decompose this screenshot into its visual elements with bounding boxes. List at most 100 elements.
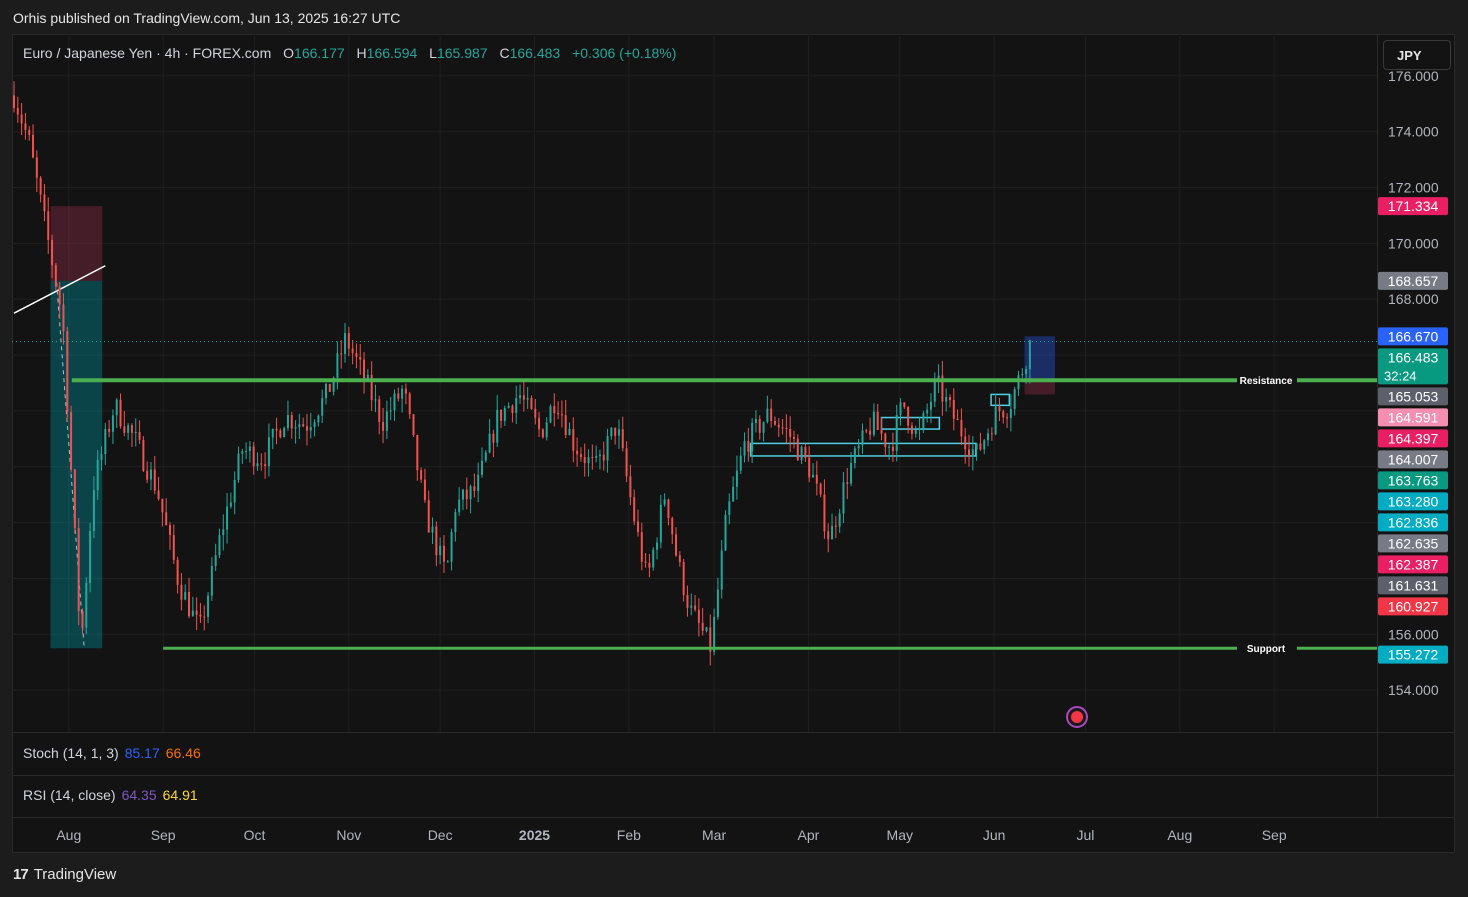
candle-body xyxy=(28,129,31,135)
candle xyxy=(336,341,339,390)
candle-body xyxy=(119,399,122,427)
tradingview-brand: TradingView xyxy=(33,866,117,883)
candle-body xyxy=(812,474,815,478)
candle xyxy=(869,417,872,440)
candle xyxy=(507,402,510,409)
price-tag-label: 163.280 xyxy=(1388,493,1439,509)
price-chart[interactable]: Resistance Support 176.000 174.000 172.000 17… xyxy=(12,34,1455,853)
candle-body xyxy=(191,610,194,617)
candle-body xyxy=(602,454,605,461)
candle-body xyxy=(298,424,301,428)
candle xyxy=(70,405,73,473)
candle-body xyxy=(435,526,438,556)
candle xyxy=(210,557,213,602)
rsi-legend[interactable]: RSI (14, close) 64.35 64.91 xyxy=(23,787,198,803)
candle xyxy=(553,393,556,427)
candle xyxy=(401,385,404,413)
candle xyxy=(355,343,358,369)
candle xyxy=(142,436,145,473)
candle-body xyxy=(910,425,913,434)
candle-body xyxy=(134,431,137,433)
candle-body xyxy=(469,486,472,500)
candle xyxy=(659,494,662,549)
candle-body xyxy=(773,420,776,425)
candle xyxy=(382,407,385,444)
candle-body xyxy=(758,419,761,433)
candle xyxy=(519,384,522,405)
candle-body xyxy=(648,562,651,568)
candle-body xyxy=(621,429,624,449)
candle-body xyxy=(458,499,461,513)
candle xyxy=(108,419,111,438)
candle xyxy=(85,577,88,635)
candle-body xyxy=(324,383,327,399)
candle-body xyxy=(302,424,305,427)
candle-body xyxy=(305,426,308,431)
candle xyxy=(149,461,152,491)
candle xyxy=(500,409,503,429)
candle-body xyxy=(933,378,936,402)
candle xyxy=(941,360,944,416)
candle-body xyxy=(872,411,875,435)
level-label-support: Support xyxy=(1247,644,1286,655)
candle-body xyxy=(180,584,183,600)
candle xyxy=(675,527,678,557)
candle-body xyxy=(732,486,735,502)
candle xyxy=(705,626,708,633)
candle xyxy=(359,344,362,375)
candle xyxy=(945,388,948,412)
candle-body xyxy=(389,410,392,412)
candle-body xyxy=(971,449,974,457)
price-tag: 164.007 xyxy=(1378,450,1448,469)
candle-body xyxy=(378,399,381,423)
candle-body xyxy=(241,451,244,454)
candle xyxy=(496,395,499,447)
candle xyxy=(47,197,50,254)
candle xyxy=(678,551,681,567)
candle-body xyxy=(275,428,278,431)
candle xyxy=(385,400,388,440)
candle xyxy=(1002,409,1005,424)
candle-body xyxy=(914,429,917,434)
candle xyxy=(378,395,381,435)
tradingview-logo[interactable]: 17 TradingView xyxy=(13,866,116,883)
symbol-title[interactable]: Euro / Japanese Yen · 4h · FOREX.com xyxy=(23,45,271,61)
candle xyxy=(648,554,651,578)
candle xyxy=(439,537,442,565)
candle-body xyxy=(47,211,50,240)
candle-body xyxy=(576,450,579,455)
candle xyxy=(770,399,773,428)
price-tag: 162.387 xyxy=(1378,555,1448,574)
candle xyxy=(526,386,529,409)
currency-button[interactable]: JPY xyxy=(1383,40,1451,70)
price-tag-label: 161.631 xyxy=(1388,577,1439,593)
candle xyxy=(682,558,685,602)
candle xyxy=(964,427,967,464)
candle-body xyxy=(869,430,872,435)
candle xyxy=(89,522,92,593)
candle-body xyxy=(705,627,708,631)
candle-body xyxy=(70,412,73,470)
candle-body xyxy=(408,393,411,415)
candle-body xyxy=(697,609,700,623)
candle xyxy=(275,417,278,445)
candle xyxy=(834,516,837,539)
stoch-legend[interactable]: Stoch (14, 1, 3) 85.17 66.46 xyxy=(23,745,201,761)
candle xyxy=(564,399,567,439)
candle-body xyxy=(728,501,731,515)
candle-body xyxy=(990,433,993,435)
candle xyxy=(450,528,453,571)
candle xyxy=(256,452,259,471)
candle-body xyxy=(283,427,286,438)
candle-body xyxy=(891,446,894,451)
candle-body xyxy=(442,545,445,562)
short-target-zone xyxy=(50,280,103,649)
candle xyxy=(762,421,765,442)
y-tick-label: 154.000 xyxy=(1388,682,1439,698)
candle-body xyxy=(922,413,925,429)
candle-body xyxy=(412,414,415,436)
candle-body xyxy=(127,425,130,433)
axis-separator xyxy=(1377,34,1378,818)
candle-body xyxy=(401,388,404,399)
candle-body xyxy=(789,428,792,437)
